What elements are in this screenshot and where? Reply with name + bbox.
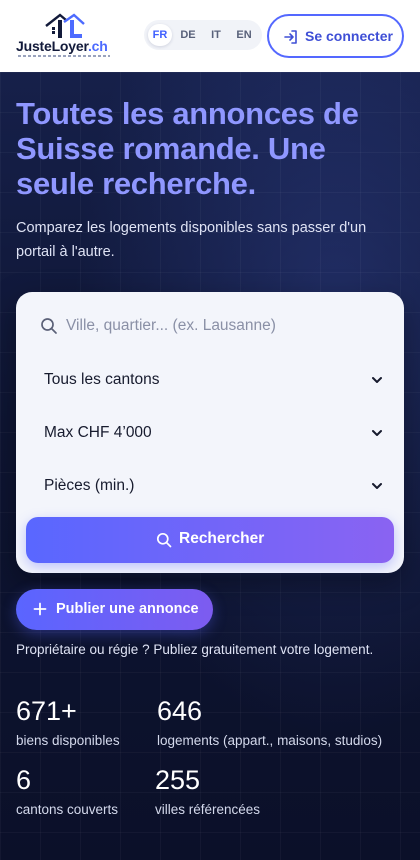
brand-logo[interactable]: JusteLoyer.ch <box>14 12 114 62</box>
canton-select[interactable]: Tous les cantons <box>24 356 396 404</box>
stat-label-homes: logements (appart., maisons, studios) <box>157 733 383 748</box>
price-select[interactable]: Max CHF 4’000 <box>24 409 396 457</box>
hero-title: Toutes les annonces de Suisse romande. U… <box>16 96 359 201</box>
chevron-down-icon <box>372 430 382 436</box>
login-button-label: Se connecter <box>305 28 393 44</box>
chevron-down-icon <box>372 377 382 383</box>
brand-name: JusteLoyer.ch <box>16 38 108 54</box>
login-button[interactable]: Se connecter <box>267 14 404 58</box>
hero-subtitle: Comparez les logements disponibles sans … <box>16 220 367 260</box>
rooms-select-value: Pièces (min.) <box>44 477 135 494</box>
publish-button-label: Publier une annonce <box>56 601 199 617</box>
lang-en[interactable]: EN <box>232 24 256 46</box>
owner-note: Propriétaire ou régie ? Publiez gratuite… <box>16 642 374 657</box>
lang-it[interactable]: IT <box>204 24 228 46</box>
stat-label-cities: villes référencées <box>155 802 261 817</box>
publish-listing-button[interactable]: Publier une annonce <box>16 589 213 630</box>
brand-tagline <box>18 55 110 58</box>
search-icon <box>41 318 57 334</box>
search-card: Tous les cantons Max CHF 4’000 Pièces (m… <box>16 292 404 573</box>
stat-label-listings: biens disponibles <box>16 733 120 748</box>
top-header: JusteLoyer.ch FR DE IT EN Se connecter <box>0 0 420 72</box>
lang-de[interactable]: DE <box>176 24 200 46</box>
stat-value-listings: 671+ <box>16 696 77 726</box>
search-button[interactable]: Rechercher <box>26 517 394 563</box>
search-field <box>24 302 396 350</box>
canton-select-value: Tous les cantons <box>44 371 160 388</box>
rooms-select[interactable]: Pièces (min.) <box>24 462 396 510</box>
house-logo-icon <box>45 13 85 38</box>
price-select-value: Max CHF 4’000 <box>44 424 152 441</box>
search-icon <box>156 532 172 548</box>
search-input[interactable] <box>66 308 384 344</box>
search-button-label: Rechercher <box>179 530 265 547</box>
stat-value-homes: 646 <box>157 696 203 726</box>
plus-icon <box>33 602 47 616</box>
language-switcher: FR DE IT EN <box>144 20 262 50</box>
stat-label-cantons: cantons couverts <box>16 802 119 817</box>
stat-value-cities: 255 <box>155 765 201 795</box>
lang-fr[interactable]: FR <box>148 24 172 46</box>
chevron-down-icon <box>372 483 382 489</box>
login-icon <box>284 30 297 44</box>
stat-value-cantons: 6 <box>16 765 32 795</box>
